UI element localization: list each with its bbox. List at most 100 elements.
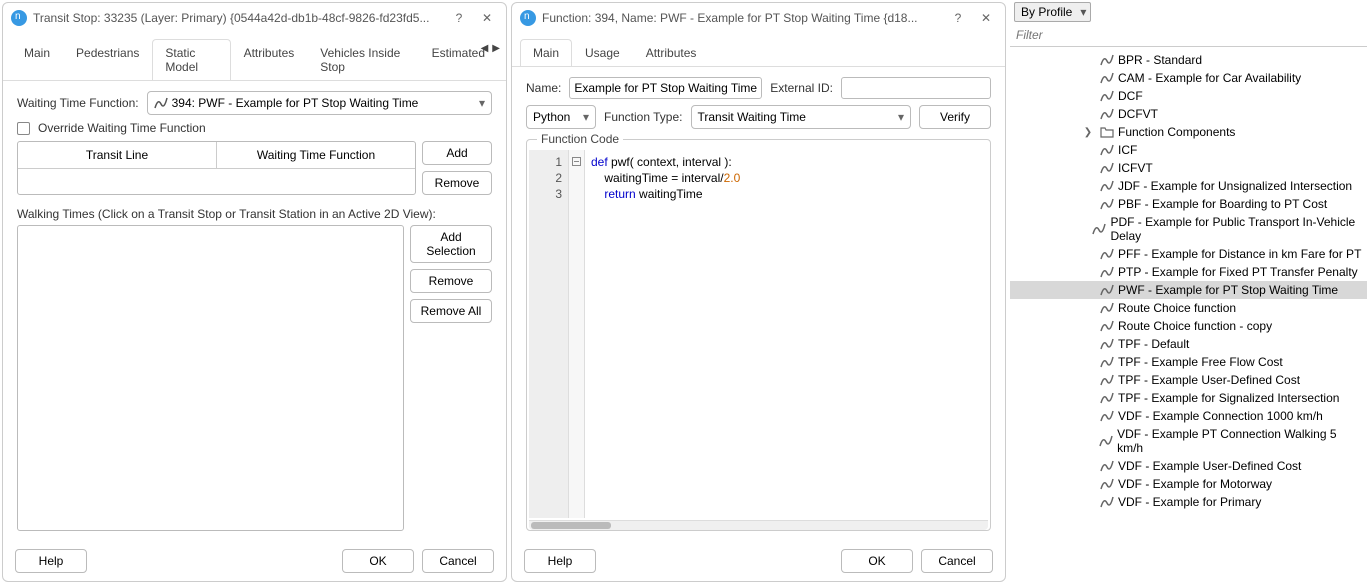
- tree-item[interactable]: ICFVT: [1010, 159, 1367, 177]
- function-code-group: Function Code 1 2 3 def pwf( context, in…: [526, 139, 991, 531]
- tree-item[interactable]: VDF - Example for Primary: [1010, 493, 1367, 511]
- function-icon: [1100, 197, 1114, 211]
- app-icon: [520, 10, 536, 26]
- tab-main[interactable]: Main: [11, 39, 63, 80]
- tree-item-label: TPF - Default: [1118, 337, 1189, 351]
- tab-attributes[interactable]: Attributes: [231, 39, 308, 80]
- tree-item[interactable]: VDF - Example for Motorway: [1010, 475, 1367, 493]
- tree-item[interactable]: TPF - Example User-Defined Cost: [1010, 371, 1367, 389]
- tree-item[interactable]: TPF - Example Free Flow Cost: [1010, 353, 1367, 371]
- external-id-input[interactable]: [841, 77, 991, 99]
- tree-item[interactable]: PDF - Example for Public Transport In-Ve…: [1010, 213, 1367, 245]
- help-button[interactable]: Help: [524, 549, 596, 573]
- function-icon: [1100, 337, 1114, 351]
- name-input[interactable]: [569, 77, 762, 99]
- waiting-time-fn-label: Waiting Time Function:: [17, 96, 139, 110]
- profile-combo[interactable]: By Profile: [1014, 2, 1091, 22]
- function-tree[interactable]: BPR - StandardCAM - Example for Car Avai…: [1010, 47, 1367, 580]
- tree-item[interactable]: PTP - Example for Fixed PT Transfer Pena…: [1010, 263, 1367, 281]
- walking-times-label: Walking Times (Click on a Transit Stop o…: [17, 207, 492, 221]
- close-icon[interactable]: ✕: [975, 7, 997, 29]
- function-dialog: Function: 394, Name: PWF - Example for P…: [511, 2, 1006, 582]
- tab-bar: Main Usage Attributes: [512, 39, 1005, 67]
- horizontal-scrollbar[interactable]: [529, 520, 988, 530]
- tree-item[interactable]: BPR - Standard: [1010, 51, 1367, 69]
- line-gutter: 1 2 3: [529, 150, 569, 518]
- col-waiting-time-fn[interactable]: Waiting Time Function: [217, 142, 415, 168]
- tree-item-label: VDF - Example PT Connection Walking 5 km…: [1117, 427, 1363, 455]
- titlebar[interactable]: Function: 394, Name: PWF - Example for P…: [512, 3, 1005, 33]
- override-table[interactable]: Transit Line Waiting Time Function: [17, 141, 416, 195]
- chevron-right-icon[interactable]: ❯: [1082, 127, 1094, 138]
- fold-icon[interactable]: [572, 157, 581, 166]
- tree-item[interactable]: TPF - Default: [1010, 335, 1367, 353]
- tree-item[interactable]: DCFVT: [1010, 105, 1367, 123]
- add-selection-button[interactable]: Add Selection: [410, 225, 492, 263]
- close-icon[interactable]: ✕: [476, 7, 498, 29]
- function-icon: [1100, 459, 1114, 473]
- function-icon: [1099, 434, 1113, 448]
- fold-gutter[interactable]: [569, 150, 585, 518]
- tree-item-label: DCFVT: [1118, 107, 1158, 121]
- remove-all-button[interactable]: Remove All: [410, 299, 492, 323]
- waiting-time-fn-select[interactable]: 394: PWF - Example for PT Stop Waiting T…: [147, 91, 492, 115]
- language-select[interactable]: Python: [526, 105, 596, 129]
- tree-item[interactable]: ICF: [1010, 141, 1367, 159]
- filter-input[interactable]: [1010, 24, 1367, 47]
- scrollbar-thumb[interactable]: [531, 522, 611, 529]
- tab-main[interactable]: Main: [520, 39, 572, 66]
- tree-item[interactable]: Route Choice function: [1010, 299, 1367, 317]
- ok-button[interactable]: OK: [841, 549, 913, 573]
- tree-item[interactable]: Route Choice function - copy: [1010, 317, 1367, 335]
- tab-usage[interactable]: Usage: [572, 39, 633, 66]
- fn-type-label: Function Type:: [604, 110, 683, 124]
- remove-walking-button[interactable]: Remove: [410, 269, 492, 293]
- tree-item[interactable]: VDF - Example User-Defined Cost: [1010, 457, 1367, 475]
- transit-stop-dialog: Transit Stop: 33235 (Layer: Primary) {05…: [2, 2, 507, 582]
- tab-static-model[interactable]: Static Model: [152, 39, 230, 80]
- remove-button[interactable]: Remove: [422, 171, 492, 195]
- tree-item-label: VDF - Example Connection 1000 km/h: [1118, 409, 1323, 423]
- tree-item[interactable]: PBF - Example for Boarding to PT Cost: [1010, 195, 1367, 213]
- fn-type-select[interactable]: Transit Waiting Time: [691, 105, 912, 129]
- tree-item[interactable]: ❯Function Components: [1010, 123, 1367, 141]
- verify-button[interactable]: Verify: [919, 105, 991, 129]
- tree-item[interactable]: VDF - Example PT Connection Walking 5 km…: [1010, 425, 1367, 457]
- tree-item-label: Route Choice function - copy: [1118, 319, 1272, 333]
- ok-button[interactable]: OK: [342, 549, 414, 573]
- function-icon: [1100, 355, 1114, 369]
- tree-item[interactable]: PFF - Example for Distance in km Fare fo…: [1010, 245, 1367, 263]
- function-icon: [1100, 53, 1114, 67]
- cancel-button[interactable]: Cancel: [921, 549, 993, 573]
- tree-item-label: Route Choice function: [1118, 301, 1236, 315]
- tree-item[interactable]: CAM - Example for Car Availability: [1010, 69, 1367, 87]
- tab-pedestrians[interactable]: Pedestrians: [63, 39, 152, 80]
- tab-attributes[interactable]: Attributes: [633, 39, 710, 66]
- override-checkbox[interactable]: [17, 122, 30, 135]
- tree-item[interactable]: JDF - Example for Unsignalized Intersect…: [1010, 177, 1367, 195]
- tree-item-label: PTP - Example for Fixed PT Transfer Pena…: [1118, 265, 1358, 279]
- code-editor[interactable]: def pwf( context, interval ): waitingTim…: [585, 150, 988, 518]
- function-icon: [1100, 89, 1114, 103]
- tree-item[interactable]: PWF - Example for PT Stop Waiting Time: [1010, 281, 1367, 299]
- cancel-button[interactable]: Cancel: [422, 549, 494, 573]
- walking-times-list[interactable]: [17, 225, 404, 531]
- add-button[interactable]: Add: [422, 141, 492, 165]
- help-icon[interactable]: ?: [448, 7, 470, 29]
- function-icon: [1100, 265, 1114, 279]
- tree-item[interactable]: TPF - Example for Signalized Intersectio…: [1010, 389, 1367, 407]
- titlebar[interactable]: Transit Stop: 33235 (Layer: Primary) {05…: [3, 3, 506, 33]
- help-icon[interactable]: ?: [947, 7, 969, 29]
- dialog-title: Function: 394, Name: PWF - Example for P…: [542, 11, 941, 25]
- tab-scroll[interactable]: ◀▶: [479, 41, 502, 56]
- waiting-time-fn-value: 394: PWF - Example for PT Stop Waiting T…: [172, 96, 419, 110]
- function-code-label: Function Code: [537, 132, 623, 146]
- name-label: Name:: [526, 81, 561, 95]
- help-button[interactable]: Help: [15, 549, 87, 573]
- tab-vehicles-inside-stop[interactable]: Vehicles Inside Stop: [307, 39, 418, 80]
- tree-item[interactable]: DCF: [1010, 87, 1367, 105]
- override-label: Override Waiting Time Function: [38, 121, 206, 135]
- col-transit-line[interactable]: Transit Line: [18, 142, 217, 168]
- function-icon: [1100, 319, 1114, 333]
- tree-item[interactable]: VDF - Example Connection 1000 km/h: [1010, 407, 1367, 425]
